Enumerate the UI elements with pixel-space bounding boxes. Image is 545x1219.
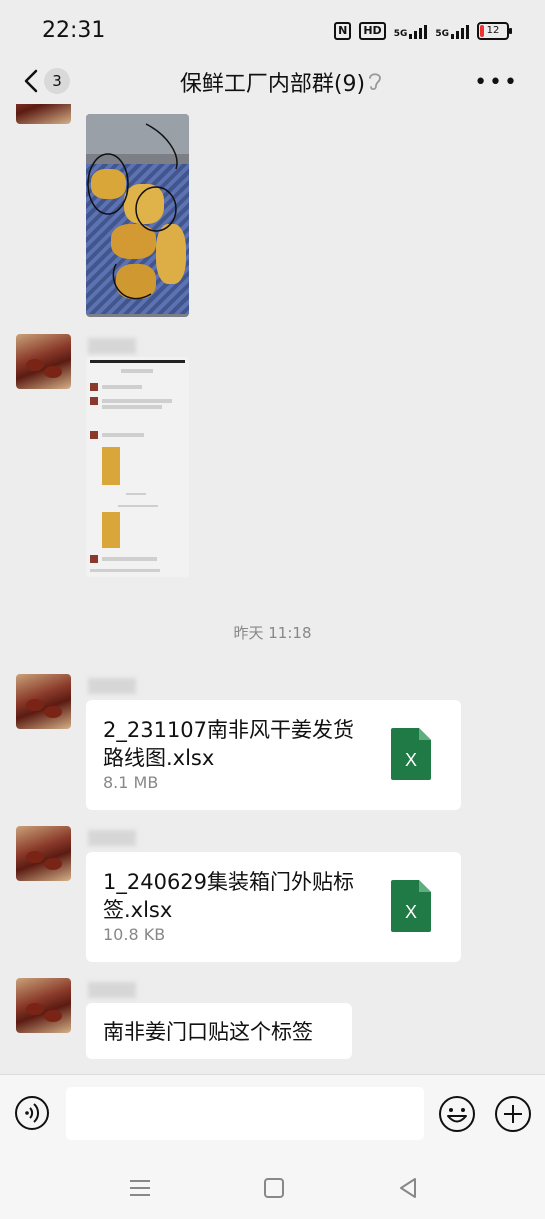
excel-icon: X xyxy=(391,728,431,780)
avatar[interactable] xyxy=(16,104,71,124)
image-message[interactable] xyxy=(86,114,189,317)
avatar[interactable] xyxy=(16,826,71,881)
file-message[interactable]: 2_231107南非风干姜发货路线图.xlsx 8.1 MB X xyxy=(86,700,461,810)
message-input[interactable] xyxy=(66,1087,424,1140)
plus-icon[interactable] xyxy=(494,1095,532,1133)
nfc-icon: N xyxy=(334,22,352,40)
avatar[interactable] xyxy=(16,674,71,729)
menu-icon[interactable] xyxy=(125,1173,155,1203)
status-icons: N HD 5G 5G 12 xyxy=(334,22,512,40)
excel-icon: X xyxy=(391,880,431,932)
time-separator: 昨天 11:18 xyxy=(233,624,312,642)
home-icon[interactable] xyxy=(259,1173,289,1203)
avatar[interactable] xyxy=(16,978,71,1033)
file-message[interactable]: 1_240629集装箱门外贴标签.xlsx 10.8 KB X xyxy=(86,852,461,962)
signal-icon-1: 5G xyxy=(394,23,428,39)
battery-icon: 12 xyxy=(477,22,512,40)
sender-name-blurred xyxy=(88,830,136,846)
status-bar: 22:31 N HD 5G 5G 12 xyxy=(0,0,545,60)
input-bar xyxy=(0,1074,545,1155)
sender-name-blurred xyxy=(88,338,136,354)
ear-mode-icon xyxy=(369,73,381,91)
chat-title: 保鲜工厂内部群(9) xyxy=(179,72,366,97)
svg-text:X: X xyxy=(405,902,417,922)
more-options-button[interactable]: ••• xyxy=(474,70,519,95)
file-name: 1_240629集装箱门外贴标签.xlsx xyxy=(103,870,355,922)
system-nav-bar xyxy=(0,1155,545,1219)
hd-icon: HD xyxy=(359,22,386,40)
svg-text:X: X xyxy=(405,750,417,770)
avatar[interactable] xyxy=(16,334,71,389)
emoji-icon[interactable] xyxy=(438,1095,476,1133)
message-text: 南非姜门口贴这个标签 xyxy=(103,1020,313,1044)
screenshot-image-message[interactable] xyxy=(86,357,189,577)
file-size: 8.1 MB xyxy=(103,773,159,792)
file-size: 10.8 KB xyxy=(103,925,166,944)
signal-icon-2: 5G xyxy=(435,23,469,39)
sender-name-blurred xyxy=(88,678,136,694)
voice-input-icon[interactable] xyxy=(14,1095,50,1131)
back-triangle-icon[interactable] xyxy=(393,1173,423,1203)
text-message[interactable]: 南非姜门口贴这个标签 xyxy=(86,1003,352,1059)
message-list[interactable]: 昨天 11:18 2_231107南非风干姜发货路线图.xlsx 8.1 MB … xyxy=(0,104,545,1074)
file-name: 2_231107南非风干姜发货路线图.xlsx xyxy=(103,718,355,770)
chat-header: 3 保鲜工厂内部群(9) ••• xyxy=(0,58,545,104)
sender-name-blurred xyxy=(88,982,136,998)
status-time: 22:31 xyxy=(42,18,106,43)
